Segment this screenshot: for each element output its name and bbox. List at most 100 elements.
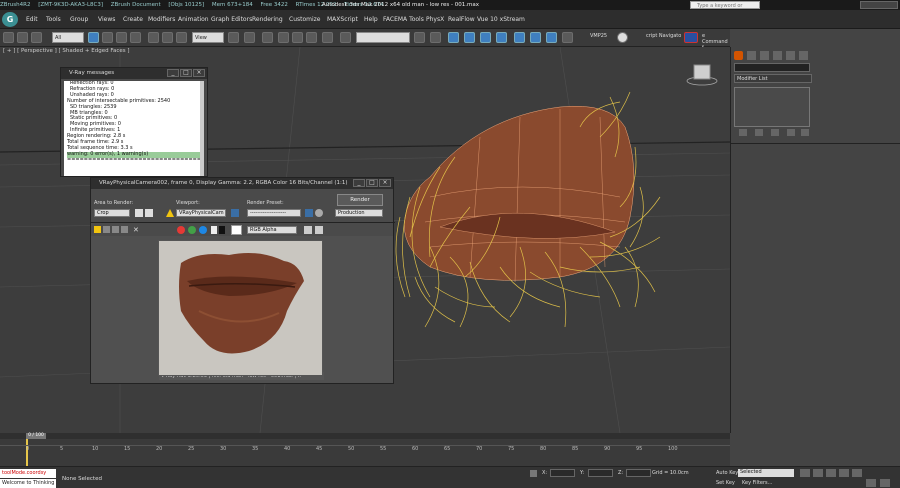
manipulate-icon[interactable] xyxy=(244,32,255,43)
render-button[interactable]: Render xyxy=(337,194,383,206)
angle-snap-icon[interactable] xyxy=(278,32,289,43)
region-toggle-icon[interactable] xyxy=(145,209,153,217)
area-to-render-dropdown[interactable]: Crop xyxy=(94,209,130,217)
menu-animation[interactable]: Animation xyxy=(178,10,209,29)
window-crossing-icon[interactable] xyxy=(130,32,141,43)
plugin-icon[interactable] xyxy=(684,32,698,43)
viewcube[interactable] xyxy=(686,64,718,86)
menu-customize[interactable]: Customize xyxy=(289,10,321,29)
motion-tab-icon[interactable] xyxy=(773,51,782,60)
modifier-list-dropdown[interactable]: Modifier List xyxy=(734,74,812,83)
red-channel-icon[interactable] xyxy=(177,226,185,234)
scale-icon[interactable] xyxy=(176,32,187,43)
menu-views[interactable]: Views xyxy=(98,10,115,29)
menu-facema-tools[interactable]: FACEMA Tools xyxy=(383,10,424,29)
search-input[interactable]: Type a keyword or phrase xyxy=(690,1,760,17)
track-mouse-icon[interactable] xyxy=(304,226,312,234)
render-setup-gear-icon[interactable] xyxy=(315,209,323,217)
close-button[interactable]: × xyxy=(379,179,391,187)
teapot-icon[interactable] xyxy=(617,32,628,43)
menu-graph-editors[interactable]: Graph Editors xyxy=(211,10,252,29)
move-icon[interactable] xyxy=(148,32,159,43)
pivot-icon[interactable] xyxy=(228,32,239,43)
z-coordinate-field[interactable] xyxy=(626,469,651,477)
modify-tab-icon[interactable] xyxy=(747,51,756,60)
utilities-tab-icon[interactable] xyxy=(799,51,808,60)
render-production-icon[interactable] xyxy=(546,32,557,43)
pan-icon[interactable] xyxy=(880,479,890,487)
mono-icon[interactable] xyxy=(219,226,225,234)
key-filters-button[interactable]: Key Filters... xyxy=(742,480,772,486)
maxscript-listener[interactable]: toolMode.coordsy xyxy=(0,469,56,478)
show-end-result-icon[interactable] xyxy=(755,129,763,136)
log-scrollbar[interactable] xyxy=(200,81,204,176)
menu-physx[interactable]: PhysX xyxy=(426,10,444,29)
clear-icon[interactable]: ✕ xyxy=(133,226,139,234)
select-object-icon[interactable] xyxy=(88,32,99,43)
prev-frame-icon[interactable] xyxy=(813,469,823,477)
menu-tools[interactable]: Tools xyxy=(46,10,61,29)
undo-icon[interactable] xyxy=(3,32,14,43)
show-corrections-icon[interactable] xyxy=(315,226,323,234)
clone-fb-icon[interactable] xyxy=(103,226,110,233)
menu-create[interactable]: Create xyxy=(123,10,143,29)
menu-maxscript[interactable]: MAXScript xyxy=(327,10,358,29)
blue-channel-icon[interactable] xyxy=(199,226,207,234)
goto-end-icon[interactable] xyxy=(852,469,862,477)
create-tab-icon[interactable] xyxy=(734,51,743,60)
maximize-button[interactable]: □ xyxy=(366,179,378,187)
reference-coord-dropdown[interactable]: View xyxy=(192,32,224,43)
preset-save-icon[interactable] xyxy=(305,209,313,217)
key-mode-dropdown[interactable]: Selected xyxy=(738,469,794,477)
rendered-frame-icon[interactable] xyxy=(530,32,541,43)
remove-modifier-icon[interactable] xyxy=(787,129,795,136)
align-icon[interactable] xyxy=(414,32,425,43)
vray-messages-log[interactable]: Reflection rays: 0 Refraction rays: 0 Un… xyxy=(64,81,204,176)
alpha-channel-icon[interactable] xyxy=(211,226,217,234)
window-controls[interactable] xyxy=(860,1,898,9)
hierarchy-tab-icon[interactable] xyxy=(760,51,769,60)
menu-help[interactable]: Help xyxy=(364,10,378,29)
percent-snap-icon[interactable] xyxy=(292,32,303,43)
vfb-titlebar[interactable]: VRayPhysicalCamera002, frame 0, Display … xyxy=(91,178,393,189)
channel-dropdown[interactable]: RGB Alpha xyxy=(247,226,297,234)
auto-key-button[interactable]: Auto Key xyxy=(716,470,738,476)
render-setup-icon[interactable] xyxy=(514,32,525,43)
goto-start-icon[interactable] xyxy=(800,469,810,477)
unlink-icon[interactable] xyxy=(31,32,42,43)
curve-editor-icon[interactable] xyxy=(464,32,475,43)
graphite-icon[interactable] xyxy=(448,32,459,43)
background-color-swatch[interactable] xyxy=(231,225,242,235)
minimize-button[interactable]: _ xyxy=(353,179,365,187)
maximize-button[interactable]: □ xyxy=(180,69,192,77)
named-selection-dropdown[interactable] xyxy=(356,32,410,43)
maxscript-output[interactable]: Welcome to Thinking Q xyxy=(0,479,56,488)
menu-rendering[interactable]: Rendering xyxy=(252,10,283,29)
set-key-button[interactable]: Set Key xyxy=(716,480,735,486)
schematic-view-icon[interactable] xyxy=(480,32,491,43)
green-channel-icon[interactable] xyxy=(188,226,196,234)
make-unique-icon[interactable] xyxy=(771,129,779,136)
vmp-label[interactable]: VMP25 xyxy=(590,33,607,39)
rotate-icon[interactable] xyxy=(162,32,173,43)
render-preset-dropdown[interactable]: -------------------- xyxy=(247,209,301,217)
duplicate-icon[interactable] xyxy=(112,226,119,233)
mirror-icon[interactable] xyxy=(340,32,351,43)
save-image-icon[interactable] xyxy=(94,226,101,233)
menu-realflow[interactable]: RealFlow xyxy=(448,10,475,29)
app-logo[interactable]: G xyxy=(2,12,18,27)
edit-named-sel-icon[interactable] xyxy=(322,32,333,43)
viewport-dropdown[interactable]: VRayPhysicalCam xyxy=(176,209,226,217)
time-slider-track[interactable] xyxy=(0,433,730,439)
rect-selection-icon[interactable] xyxy=(116,32,127,43)
layers-icon[interactable] xyxy=(430,32,441,43)
minimize-button[interactable]: _ xyxy=(167,69,179,77)
display-tab-icon[interactable] xyxy=(786,51,795,60)
viewport-label[interactable]: [ + ] [ Perspective ] [ Shaded + Edged F… xyxy=(3,48,130,54)
print-icon[interactable] xyxy=(121,226,128,233)
modifier-stack[interactable] xyxy=(734,87,810,127)
close-button[interactable]: × xyxy=(193,69,205,77)
configure-sets-icon[interactable] xyxy=(801,129,809,136)
zoom-icon[interactable] xyxy=(866,479,876,487)
crop-toggle-icon[interactable] xyxy=(135,209,143,217)
